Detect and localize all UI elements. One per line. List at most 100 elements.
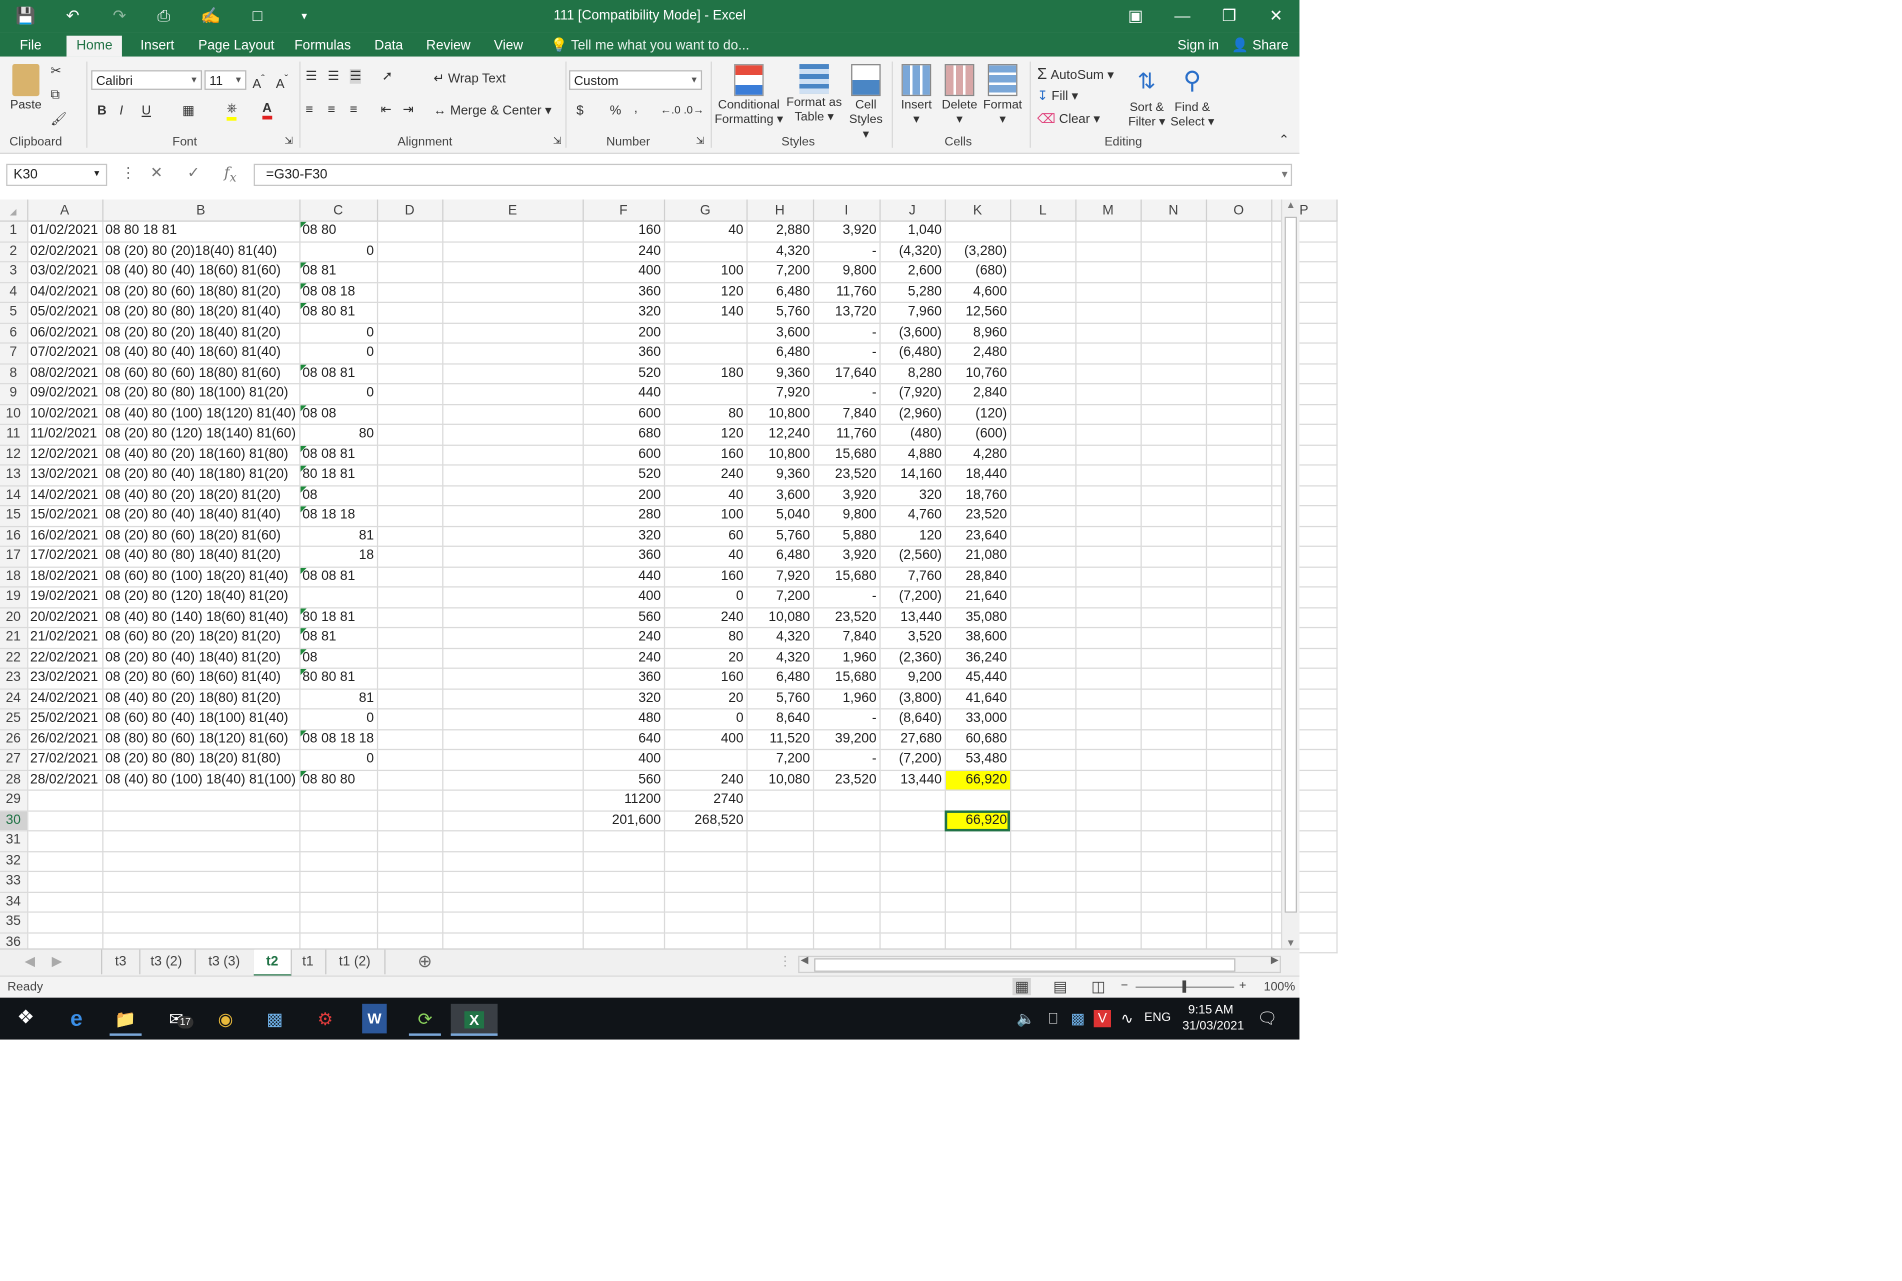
cell-n27[interactable] [1140, 749, 1207, 771]
cell-i10[interactable]: 7,840 [813, 403, 881, 425]
cell-a22[interactable]: 22/02/2021 [27, 647, 103, 669]
cell-d2[interactable] [377, 241, 443, 263]
cell-e25[interactable] [442, 708, 584, 730]
cell-k29[interactable] [944, 790, 1011, 812]
sign-in-link[interactable]: Sign in [1178, 36, 1219, 57]
cell-h29[interactable] [746, 790, 814, 812]
cell-b10[interactable]: 08 (40) 80 (100) 18(120) 81(40) [102, 403, 300, 425]
cell-k21[interactable]: 38,600 [944, 627, 1011, 649]
cell-e34[interactable] [442, 891, 584, 913]
column-header-i[interactable]: I [813, 199, 881, 222]
cell-f11[interactable]: 680 [582, 424, 665, 446]
cell-i20[interactable]: 23,520 [813, 607, 881, 629]
cell-g33[interactable] [664, 871, 748, 893]
column-header-a[interactable]: A [27, 199, 103, 222]
cell-k10[interactable]: (120) [944, 403, 1011, 425]
row-header[interactable]: 5 [0, 302, 28, 324]
number-dialog-launcher-icon[interactable]: ⇲ [696, 135, 704, 146]
cell-k15[interactable]: 23,520 [944, 505, 1011, 527]
cell-j9[interactable]: (7,920) [879, 383, 946, 405]
cell-j28[interactable]: 13,440 [879, 769, 946, 791]
cell-m34[interactable] [1075, 891, 1142, 913]
cell-j1[interactable]: 1,040 [879, 221, 946, 243]
cell-n23[interactable] [1140, 668, 1207, 690]
cell-e12[interactable] [442, 444, 584, 466]
cell-j16[interactable]: 120 [879, 525, 946, 547]
edge-browser-icon[interactable]: e [60, 1004, 92, 1034]
cell-i26[interactable]: 39,200 [813, 729, 881, 751]
cell-g8[interactable]: 180 [664, 363, 748, 385]
cell-o31[interactable] [1205, 830, 1272, 852]
cell-b3[interactable]: 08 (40) 80 (40) 18(60) 81(60) [102, 261, 300, 283]
cell-h4[interactable]: 6,480 [746, 282, 814, 303]
cell-o17[interactable] [1205, 546, 1272, 568]
cell-g25[interactable]: 0 [664, 708, 748, 730]
cell-c2[interactable]: 0 [299, 241, 378, 263]
ribbon-display-icon[interactable]: ▣ [1112, 0, 1159, 32]
row-header[interactable]: 18 [0, 566, 28, 588]
percent-button[interactable]: % [610, 103, 622, 118]
cell-b29[interactable] [102, 790, 300, 812]
cell-o35[interactable] [1205, 912, 1272, 933]
horizontal-scrollbar[interactable]: ◀ ▶ [798, 955, 1281, 974]
cell-l33[interactable] [1010, 871, 1077, 893]
cell-o29[interactable] [1205, 790, 1272, 812]
cell-c26[interactable]: 08 08 18 18 [299, 729, 378, 751]
zoom-level[interactable]: 100% [1264, 980, 1296, 994]
cell-k28[interactable]: 66,920 [944, 769, 1011, 791]
cell-j20[interactable]: 13,440 [879, 607, 946, 629]
cell-f10[interactable]: 600 [582, 403, 665, 425]
cell-m5[interactable] [1075, 302, 1142, 324]
cell-o14[interactable] [1205, 485, 1272, 507]
cell-k4[interactable]: 4,600 [944, 282, 1011, 303]
sheet-tab-t3-2[interactable]: t3 (2) [138, 949, 196, 975]
row-header[interactable]: 24 [0, 688, 28, 710]
cell-h17[interactable]: 6,480 [746, 546, 814, 568]
align-left-icon[interactable]: ≡ [305, 102, 313, 117]
cell-d7[interactable] [377, 343, 443, 364]
currency-button[interactable]: $ [576, 103, 583, 118]
clear-button[interactable]: ⌫ Clear ▾ [1037, 112, 1100, 127]
cell-g26[interactable]: 400 [664, 729, 748, 751]
cell-k11[interactable]: (600) [944, 424, 1011, 446]
number-format-select[interactable]: Custom ▼ [569, 70, 703, 90]
cell-l22[interactable] [1010, 647, 1077, 669]
cell-e33[interactable] [442, 871, 584, 893]
bold-button[interactable]: B [97, 103, 106, 118]
cell-e6[interactable] [442, 322, 584, 344]
align-center-icon[interactable]: ≡ [328, 102, 336, 117]
row-header[interactable]: 22 [0, 647, 28, 669]
cell-h13[interactable]: 9,360 [746, 464, 814, 486]
italic-button[interactable]: I [119, 103, 123, 118]
cell-l2[interactable] [1010, 241, 1077, 263]
cell-h7[interactable]: 6,480 [746, 343, 814, 364]
cell-b28[interactable]: 08 (40) 80 (100) 18(40) 81(100) [102, 769, 300, 791]
cell-d21[interactable] [377, 627, 443, 649]
cell-b16[interactable]: 08 (20) 80 (60) 18(20) 81(60) [102, 525, 300, 547]
cell-n15[interactable] [1140, 505, 1207, 527]
cell-n1[interactable] [1140, 221, 1207, 243]
cell-d18[interactable] [377, 566, 443, 588]
cell-d19[interactable] [377, 586, 443, 608]
cell-k18[interactable]: 28,840 [944, 566, 1011, 588]
cell-j27[interactable]: (7,200) [879, 749, 946, 771]
sheet-tab-t1[interactable]: t1 [291, 949, 327, 975]
cell-a27[interactable]: 27/02/2021 [27, 749, 103, 771]
cell-j30[interactable] [879, 810, 946, 832]
cell-m3[interactable] [1075, 261, 1142, 283]
font-color-icon[interactable]: A [262, 101, 272, 120]
cell-b8[interactable]: 08 (60) 80 (60) 18(80) 81(60) [102, 363, 300, 385]
cell-h19[interactable]: 7,200 [746, 586, 814, 608]
cell-j5[interactable]: 7,960 [879, 302, 946, 324]
cell-n10[interactable] [1140, 403, 1207, 425]
row-header[interactable]: 31 [0, 830, 28, 852]
cell-n28[interactable] [1140, 769, 1207, 791]
cell-m29[interactable] [1075, 790, 1142, 812]
cell-o13[interactable] [1205, 464, 1272, 486]
cell-c24[interactable]: 81 [299, 688, 378, 710]
cell-l25[interactable] [1010, 708, 1077, 730]
cell-b14[interactable]: 08 (40) 80 (20) 18(20) 81(20) [102, 485, 300, 507]
vertical-scrollbar[interactable]: ▲ ▼ [1280, 199, 1300, 948]
shrink-font-icon[interactable]: Aˇ [276, 73, 288, 92]
cell-k24[interactable]: 41,640 [944, 688, 1011, 710]
